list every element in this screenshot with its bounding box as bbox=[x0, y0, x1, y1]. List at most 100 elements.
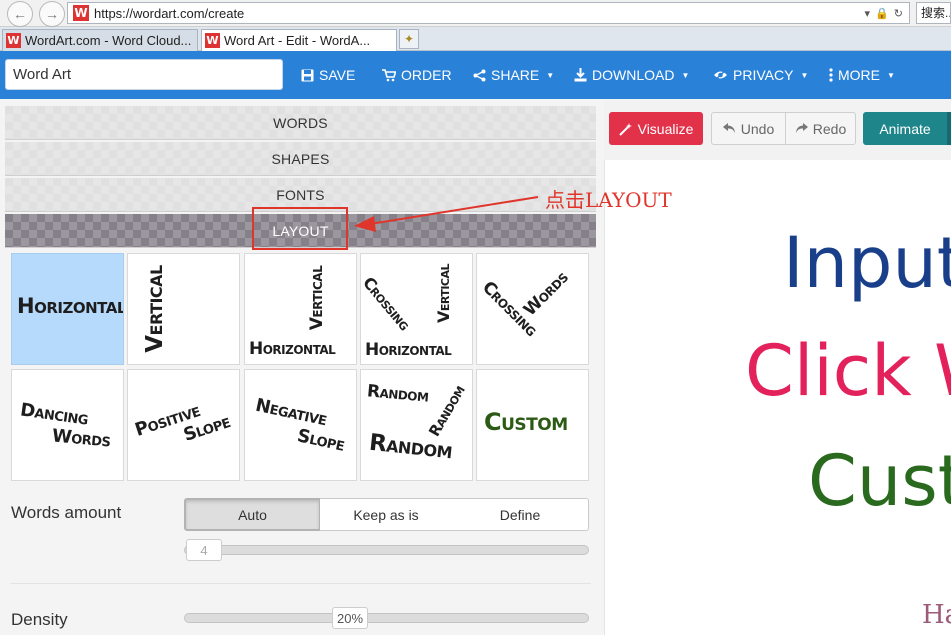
layout-custom-tile[interactable]: Custom bbox=[476, 369, 589, 481]
layout-dancing-tile[interactable]: Dancing Words bbox=[11, 369, 124, 481]
tile-word: Words bbox=[51, 425, 112, 452]
tile-word: Words bbox=[519, 267, 573, 321]
words-amount-keep-button[interactable]: Keep as is bbox=[320, 498, 453, 531]
caret-down-icon: ▼ bbox=[681, 70, 690, 80]
layout-random-tile[interactable]: Random Random Random bbox=[360, 369, 473, 481]
new-tab-icon: ✦ bbox=[403, 32, 415, 46]
tile-word: Vertical bbox=[307, 265, 328, 331]
words-amount-define-button[interactable]: Define bbox=[452, 498, 589, 531]
more-label: MORE bbox=[838, 67, 880, 83]
tile-word: Vertical bbox=[434, 263, 454, 324]
section-divider bbox=[11, 583, 591, 584]
caret-down-icon: ▼ bbox=[546, 70, 555, 80]
browser-tab-edit[interactable]: W Word Art - Edit - WordA... bbox=[201, 29, 397, 51]
canvas-word: Ha bbox=[922, 600, 951, 630]
cart-icon bbox=[382, 68, 396, 81]
browser-tab-wordcloud[interactable]: W WordArt.com - Word Cloud... bbox=[2, 29, 198, 51]
tab-favicon-icon: W bbox=[205, 33, 220, 48]
layout-negative-slope-tile[interactable]: Negative Slope bbox=[244, 369, 357, 481]
layout-crossing-tile[interactable]: Crossing Vertical Horizontal bbox=[360, 253, 473, 365]
caret-down-icon: ▼ bbox=[887, 70, 895, 80]
layout-options-grid: Horizontal Vertical Vertical Horizontal … bbox=[11, 253, 591, 483]
save-label: SAVE bbox=[319, 67, 356, 83]
layout-positive-slope-tile[interactable]: Positive Slope bbox=[127, 369, 240, 481]
download-button[interactable]: DOWNLOAD ▼ bbox=[574, 51, 689, 99]
tile-word: Horizontal bbox=[17, 294, 124, 318]
forward-button[interactable]: → bbox=[39, 1, 65, 27]
tile-word: Crossing bbox=[360, 273, 415, 334]
url-field[interactable]: W https://wordart.com/create ▾ 🔒 ↻ bbox=[67, 2, 910, 24]
dropdown-arrow-icon[interactable]: ▾ bbox=[865, 7, 871, 20]
tile-word: Horizontal bbox=[249, 339, 336, 359]
layout-horizontal-vertical-tile[interactable]: Vertical Horizontal bbox=[244, 253, 357, 365]
eye-slash-icon bbox=[714, 69, 727, 81]
words-amount-auto-button[interactable]: Auto bbox=[184, 498, 321, 531]
canvas-word: Click W bbox=[745, 330, 951, 412]
layout-highlight-box bbox=[252, 207, 348, 250]
layout-horizontal-tile[interactable]: Horizontal bbox=[11, 253, 124, 365]
caret-down-icon: ▼ bbox=[800, 70, 809, 80]
redo-label: Redo bbox=[812, 120, 847, 137]
site-favicon-icon: W bbox=[73, 5, 89, 21]
canvas-word: Cust bbox=[808, 440, 951, 522]
words-amount-slider-track[interactable] bbox=[184, 545, 589, 555]
tile-word: Vertical bbox=[141, 265, 168, 353]
share-button[interactable]: SHARE ▼ bbox=[473, 51, 554, 99]
save-button[interactable]: SAVE bbox=[301, 51, 355, 99]
vertical-ellipsis-icon bbox=[829, 68, 833, 82]
density-slider-handle[interactable]: 20% bbox=[332, 607, 368, 629]
share-label: SHARE bbox=[491, 67, 540, 83]
redo-button[interactable]: Redo bbox=[785, 112, 856, 145]
floppy-disk-icon bbox=[301, 69, 314, 81]
tab-label: Word Art - Edit - WordA... bbox=[224, 33, 371, 48]
download-label: DOWNLOAD bbox=[592, 67, 675, 83]
forward-arrow-icon: → bbox=[45, 6, 59, 22]
share-icon bbox=[473, 69, 486, 81]
browser-address-bar: ← → W https://wordart.com/create ▾ 🔒 ↻ 搜… bbox=[0, 0, 951, 27]
back-button[interactable]: ← bbox=[7, 1, 33, 27]
canvas-word: Input bbox=[783, 222, 951, 304]
annotation-text: 点击LAYOUT bbox=[545, 188, 672, 212]
url-text: https://wordart.com/create bbox=[94, 5, 245, 21]
section-shapes-button[interactable]: SHAPES bbox=[5, 142, 596, 176]
tile-word: Custom bbox=[484, 408, 568, 436]
animate-dropdown-toggle[interactable] bbox=[947, 112, 951, 145]
back-arrow-icon: ← bbox=[13, 6, 27, 22]
new-tab-button[interactable]: ✦ bbox=[399, 29, 419, 49]
density-slider-track[interactable] bbox=[184, 613, 589, 623]
section-words-button[interactable]: WORDS bbox=[5, 106, 596, 140]
wordart-canvas[interactable]: Input Click W Cust Ha bbox=[604, 160, 951, 635]
tile-word: Negative bbox=[253, 394, 329, 431]
more-button[interactable]: MORE ▼ bbox=[829, 51, 895, 99]
tile-word: Random bbox=[425, 382, 469, 440]
app-toolbar: SAVE ORDER SHARE ▼ DOWNLOAD ▼ PRIVACY ▼ MOR… bbox=[0, 51, 951, 99]
privacy-label: PRIVACY bbox=[733, 67, 794, 83]
tile-word: Horizontal bbox=[365, 340, 452, 360]
words-amount-slider-handle[interactable]: 4 bbox=[186, 539, 222, 561]
tile-word: Slope bbox=[295, 425, 347, 456]
tab-favicon-icon: W bbox=[6, 33, 21, 48]
animate-button[interactable]: Animate bbox=[863, 112, 947, 145]
density-label: Density bbox=[11, 610, 68, 629]
browser-search-input[interactable]: 搜索... bbox=[916, 2, 951, 24]
order-button[interactable]: ORDER bbox=[382, 51, 452, 99]
order-label: ORDER bbox=[401, 67, 452, 83]
lock-icon: 🔒 bbox=[875, 7, 889, 20]
tile-word: Random bbox=[366, 381, 430, 407]
visualize-button[interactable]: Visualize bbox=[609, 112, 703, 145]
undo-icon bbox=[722, 123, 735, 133]
wordart-title-input[interactable] bbox=[5, 59, 283, 90]
magic-wand-icon bbox=[618, 122, 632, 136]
undo-label: Undo bbox=[740, 120, 775, 137]
words-amount-label: Words amount bbox=[11, 503, 122, 522]
layout-crossing-words-tile[interactable]: Crossing Words bbox=[476, 253, 589, 365]
refresh-icon[interactable]: ↻ bbox=[894, 7, 903, 20]
download-icon bbox=[574, 68, 587, 82]
visualize-label: Visualize bbox=[637, 120, 694, 137]
undo-button[interactable]: Undo bbox=[711, 112, 786, 145]
privacy-button[interactable]: PRIVACY ▼ bbox=[713, 51, 808, 99]
layout-vertical-tile[interactable]: Vertical bbox=[127, 253, 240, 365]
browser-tab-strip: W WordArt.com - Word Cloud... W Word Art… bbox=[0, 27, 951, 51]
tab-label: WordArt.com - Word Cloud... bbox=[25, 33, 192, 48]
redo-icon bbox=[795, 123, 808, 133]
